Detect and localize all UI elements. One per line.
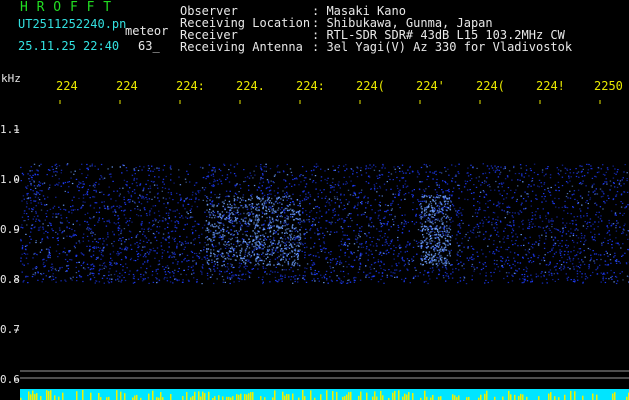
file-name: UT2511252240.pn xyxy=(18,17,127,31)
spectrogram-plot xyxy=(14,100,629,400)
freq-tick-label: 1.1 xyxy=(0,123,20,136)
time-tick-label: 224 xyxy=(56,79,78,93)
time-tick-label: 224! xyxy=(536,79,565,93)
info-label-antenna: Receiving Antenna xyxy=(180,40,303,54)
time-tick-label: 2250 xyxy=(594,79,623,93)
time-tick-label: 224. xyxy=(236,79,265,93)
signal-noise-band xyxy=(20,163,629,285)
time-tick-label: 224' xyxy=(416,79,445,93)
app-title: H R O F F T xyxy=(20,0,112,15)
time-tick-label: 224( xyxy=(476,79,505,93)
date-time: 25.11.25 22:40 xyxy=(18,39,120,53)
file-type-label: meteor xyxy=(125,24,169,38)
freq-tick-label: 1.0 xyxy=(0,173,20,186)
time-tick-label: 224: xyxy=(296,79,325,93)
frequency-unit-label: kHz xyxy=(1,72,21,85)
frequency-tick-marks xyxy=(14,129,19,381)
freq-tick-label: 0.8 xyxy=(0,273,20,286)
reference-lines xyxy=(20,370,629,379)
time-tick-marks xyxy=(59,100,601,104)
info-value-antenna: : 3el Yagi(V) Az 330 for Vladivostok xyxy=(312,40,573,54)
meteor-count: 63_ xyxy=(138,39,160,53)
spectrogram-screen: H R O F F T UT2511252240.pn meteor 25.11… xyxy=(0,0,629,400)
time-tick-label: 224( xyxy=(356,79,385,93)
freq-tick-label: 0.9 xyxy=(0,223,20,236)
time-tick-label: 224: xyxy=(176,79,205,93)
freq-tick-label: 0.6 xyxy=(0,373,20,386)
time-tick-label: 224 xyxy=(116,79,138,93)
bottom-activity-band xyxy=(20,389,629,400)
freq-tick-label: 0.7 xyxy=(0,323,20,336)
